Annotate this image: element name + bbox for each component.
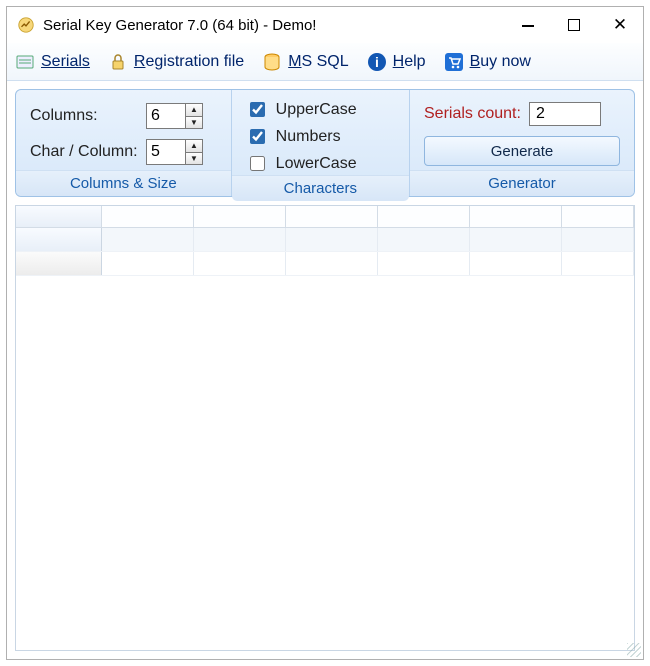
generate-button[interactable]: Generate [424,136,620,166]
menu-serials-label: Serials [41,53,90,70]
grid-column-header [16,206,634,228]
serials-count-input[interactable] [529,102,601,126]
numbers-checkbox[interactable] [250,129,265,144]
menu-help-label: elp [404,53,425,70]
menu-serials[interactable]: Serials [15,52,90,72]
maximize-button[interactable] [551,7,597,43]
lowercase-label: LowerCase [276,155,357,173]
menu-buy[interactable]: Buy now [444,52,531,72]
window-controls: ✕ [505,7,643,43]
database-icon [262,52,282,72]
menu-registration-label: egistration file [145,53,244,70]
menu-registration[interactable]: Registration file [108,52,244,72]
columns-input[interactable] [147,104,185,128]
uppercase-label: UpperCase [276,101,357,119]
close-button[interactable]: ✕ [597,7,643,43]
group-columns-size: Columns: ▲ ▼ Char / Column: ▲ [16,90,232,196]
numbers-row[interactable]: Numbers [246,126,395,147]
uppercase-checkbox[interactable] [250,102,265,117]
columns-spinner[interactable]: ▲ ▼ [146,103,203,129]
numbers-label: Numbers [276,128,341,146]
serials-count-label: Serials count: [424,105,521,123]
group-generator-title: Generator [410,170,634,196]
columns-label: Columns: [30,107,138,125]
char-up-button[interactable]: ▲ [186,140,202,153]
char-column-input[interactable] [147,140,185,164]
window-title: Serial Key Generator 7.0 (64 bit) - Demo… [43,17,316,34]
char-column-label: Char / Column: [30,143,138,161]
lock-icon [108,52,128,72]
group-characters-title: Characters [232,175,409,201]
info-icon: i [367,52,387,72]
group-columns-title: Columns & Size [16,170,231,196]
char-column-spinner[interactable]: ▲ ▼ [146,139,203,165]
ribbon: Columns: ▲ ▼ Char / Column: ▲ [15,89,635,197]
lowercase-row[interactable]: LowerCase [246,153,395,174]
group-characters: UpperCase Numbers LowerCase Characters [232,90,410,196]
menu-mssql[interactable]: MS SQL [262,52,348,72]
resize-grip[interactable] [627,643,641,657]
app-icon [17,16,35,34]
menu-buy-label: uy now [480,53,531,70]
svg-text:i: i [375,54,379,70]
char-down-button[interactable]: ▼ [186,153,202,165]
table-row[interactable] [16,252,634,276]
menu-mssql-label: S SQL [302,53,349,70]
minimize-button[interactable] [505,7,551,43]
results-grid[interactable] [15,205,635,651]
cart-icon [444,52,464,72]
columns-down-button[interactable]: ▼ [186,117,202,129]
table-row[interactable] [16,228,634,252]
columns-up-button[interactable]: ▲ [186,104,202,117]
group-generator: Serials count: Generate Generator [410,90,634,196]
titlebar: Serial Key Generator 7.0 (64 bit) - Demo… [7,7,643,43]
menu-help[interactable]: i Help [367,52,426,72]
app-window: Serial Key Generator 7.0 (64 bit) - Demo… [6,6,644,660]
serials-icon [15,52,35,72]
lowercase-checkbox[interactable] [250,156,265,171]
menubar: Serials Registration file MS SQL i Help … [7,43,643,81]
uppercase-row[interactable]: UpperCase [246,99,395,120]
